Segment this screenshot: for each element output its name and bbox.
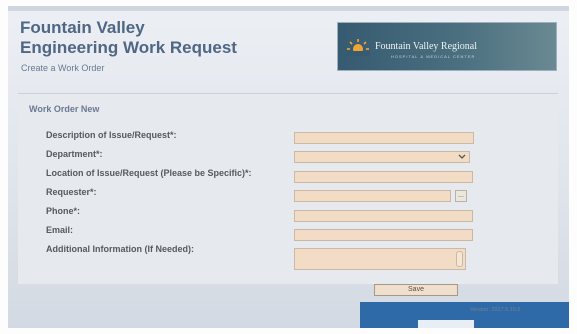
department-label: Department*: <box>46 149 103 159</box>
logo-name: Fountain Valley Regional <box>375 41 478 52</box>
description-label: Description of Issue/Request*: <box>46 130 177 140</box>
app-window: Fountain Valley Engineering Work Request… <box>8 6 569 328</box>
textarea-scrollbar[interactable] <box>456 251 463 267</box>
page-title-line1: Fountain Valley <box>20 18 145 37</box>
description-input[interactable] <box>294 132 474 144</box>
save-button[interactable]: Save <box>374 284 458 296</box>
email-input[interactable] <box>294 229 473 241</box>
chevron-down-icon <box>458 154 466 159</box>
requester-label: Requester*: <box>46 187 97 197</box>
department-select[interactable] <box>294 151 470 163</box>
location-label: Location of Issue/Request (Please be Spe… <box>46 168 252 178</box>
requester-lookup-button[interactable]: ... <box>455 190 467 202</box>
requester-input[interactable] <box>294 190 451 202</box>
email-label: Email: <box>46 225 74 235</box>
section-title: Work Order New <box>29 104 100 114</box>
window-top-edge <box>8 6 569 11</box>
work-order-form: Work Order New Description of Issue/Requ… <box>18 93 558 284</box>
page-title-line2: Engineering Work Request <box>20 38 237 57</box>
hospital-logo: Fountain Valley Regional HOSPITAL & MEDI… <box>337 22 557 71</box>
sun-logo-icon <box>346 39 370 56</box>
phone-label: Phone*: <box>46 206 81 216</box>
version-label: Version: 2017.5.10.5 <box>470 307 521 313</box>
taskbar <box>360 302 569 328</box>
taskbar-window[interactable] <box>418 320 474 328</box>
phone-input[interactable] <box>294 210 473 222</box>
location-input[interactable] <box>294 171 473 183</box>
logo-tagline: HOSPITAL & MEDICAL CENTER <box>391 54 476 59</box>
additional-info-textarea[interactable] <box>294 248 466 270</box>
page-subtitle: Create a Work Order <box>21 63 105 73</box>
page-title: Fountain Valley Engineering Work Request <box>20 18 237 58</box>
additional-info-label: Additional Information (If Needed): <box>46 244 194 254</box>
